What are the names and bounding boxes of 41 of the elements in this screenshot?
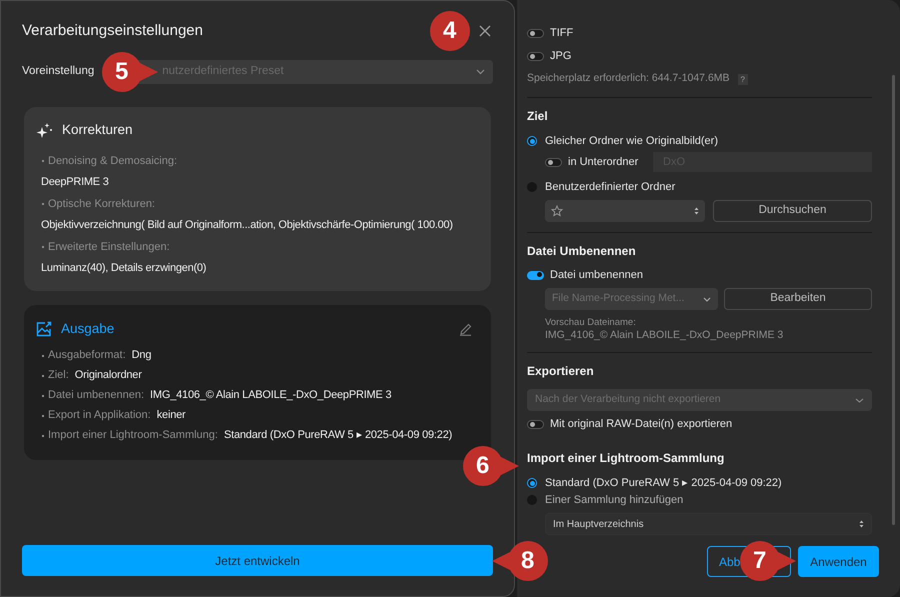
field-label: Ziel: [48, 368, 69, 384]
field-value: IMG_4106_© Alain LABOILE_-DxO_DeepPRIME 3 [150, 388, 392, 404]
radio-label: Standard (DxO PureRAW 5 ▸ 2025-04-09 09:22) [545, 476, 782, 491]
callout-tooltip: 6 [463, 446, 519, 486]
preview-label: Vorschau Dateiname: [545, 317, 637, 329]
section-label: Denoising & Demosaicing: [48, 154, 178, 169]
callout-tooltip: 5 [102, 52, 158, 92]
dialog-title: Verarbeitungseinstellungen [22, 20, 203, 41]
field-label: Import einer Lightroom-Sammlung: [48, 428, 218, 444]
preset-label: Voreinstellung [22, 64, 94, 80]
section-heading: Import einer Lightroom-Sammlung [527, 450, 726, 467]
field-value: Standard (DxO PureRAW 5 ▸ 2025-04-09 09:22) [224, 428, 452, 444]
toggle-label: Datei umbenennen [550, 268, 643, 283]
section-value: Objektivverzeichnung( Bild auf Originalform...ation, Objektivschärfe-Optimierung( 100.00) [40, 218, 454, 234]
section-heading: Datei Umbenennen [527, 243, 637, 260]
section-value: DeepPRIME 3 [40, 175, 110, 190]
callout-tooltip: 8 [492, 541, 548, 581]
field-label: Datei umbenennen: [48, 388, 144, 404]
section-label: Erweiterte Einstellungen: [48, 240, 170, 255]
radio-label: Gleicher Ordner wie Originalbild(er) [545, 134, 718, 149]
field-label: Export in Applikation: [48, 408, 151, 424]
card-title: Korrekturen [62, 121, 133, 139]
storage-text: Speicherplatz erforderlich: 644.7-1047.6MB [527, 71, 730, 86]
toggle-label: Mit original RAW-Datei(n) exportieren [550, 416, 732, 432]
section-value: Luminanz(40), Details erzwingen(0) [40, 261, 208, 276]
filename-preview: IMG_4106_© Alain LABOILE_-DxO_DeepPRIME 3 [545, 329, 784, 342]
field-value: Dng [132, 348, 152, 364]
format-label: TIFF [550, 26, 574, 41]
callout-tooltip: 4 [430, 11, 470, 51]
radio-label: Einer Sammlung hinzufügen [545, 492, 684, 508]
field-label: Ausgabeformat: [48, 348, 126, 364]
section-label: Optische Korrekturen: [48, 197, 155, 212]
callout-tooltip: 7 [740, 541, 796, 581]
field-value: Originalordner [74, 368, 142, 384]
card-title: Ausgabe [61, 320, 114, 338]
field-value: keiner [156, 408, 186, 424]
section-heading: Ziel [527, 108, 549, 125]
radio-label: Benutzerdefinierter Ordner [545, 180, 676, 195]
format-label: JPG [550, 48, 572, 64]
section-heading: Exportieren [527, 363, 595, 380]
toggle-label: in Unterordner [568, 154, 640, 170]
